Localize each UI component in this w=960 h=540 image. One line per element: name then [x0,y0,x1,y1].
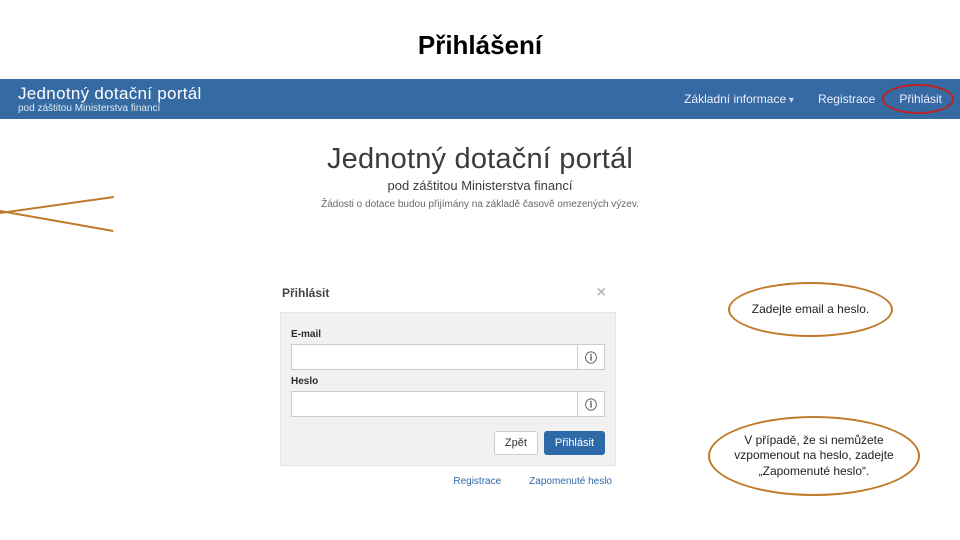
brand: Jednotný dotační portál pod záštitou Min… [18,85,202,114]
page-subtitle: pod záštitou Ministerstva financí [0,178,960,193]
login-modal: Přihlásit × E-mail ⓘ Heslo ⓘ Zpět Přihlá… [280,278,616,493]
link-register[interactable]: Registrace [453,476,501,487]
modal-footer: Registrace Zapomenuté heslo [280,466,616,493]
nav-right: Základní informace Registrace Přihlásit [684,92,942,106]
close-icon[interactable]: × [597,284,606,302]
email-row: ⓘ [291,344,605,370]
callout-pointer [0,210,113,232]
brand-sub: pod záštitou Ministerstva financí [18,104,202,114]
back-button[interactable]: Zpět [494,431,538,455]
info-icon[interactable]: ⓘ [577,391,605,417]
page-body: Jednotný dotační portál pod záštitou Min… [0,119,960,210]
password-row: ⓘ [291,391,605,417]
info-icon[interactable]: ⓘ [577,344,605,370]
modal-body: E-mail ⓘ Heslo ⓘ Zpět Přihlásit [280,313,616,466]
nav-item-login[interactable]: Přihlásit [899,92,942,106]
button-row: Zpět Přihlásit [291,431,605,455]
callout-bubble-credentials: Zadejte email a heslo. [728,282,893,337]
password-field[interactable] [291,391,577,417]
callout-bubble-forgot: V případě, že si nemůžete vzpomenout na … [708,416,920,496]
login-button[interactable]: Přihlásit [544,431,605,455]
slide-title: Přihlášení [0,0,960,79]
page-header: Jednotný dotační portál pod záštitou Min… [0,143,960,210]
page-description: Žádosti o dotace budou přijímány na zákl… [0,199,960,210]
label-email: E-mail [291,329,605,340]
modal-title: Přihlásit [282,286,329,300]
nav-item-info[interactable]: Základní informace [684,92,794,106]
nav-item-register[interactable]: Registrace [818,92,875,106]
page-title: Jednotný dotační portál [0,143,960,176]
callout-text: Zadejte email a heslo. [752,302,869,318]
modal-header: Přihlásit × [280,278,616,313]
navbar: Jednotný dotační portál pod záštitou Min… [0,79,960,119]
label-password: Heslo [291,376,605,387]
brand-main: Jednotný dotační portál [18,85,202,102]
email-field[interactable] [291,344,577,370]
callout-text: V případě, že si nemůžete vzpomenout na … [724,433,904,480]
link-forgot-password[interactable]: Zapomenuté heslo [529,476,612,487]
